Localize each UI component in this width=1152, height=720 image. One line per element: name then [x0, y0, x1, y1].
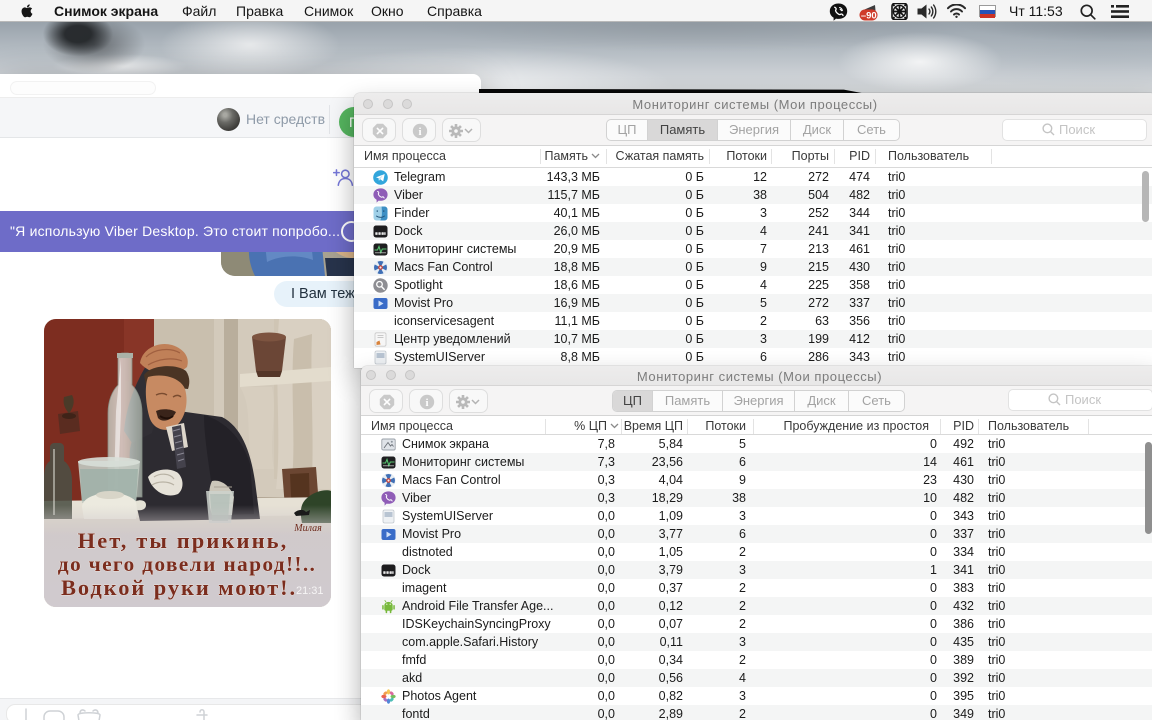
- svg-text:21:31: 21:31: [296, 585, 324, 597]
- svg-text:–90: –90: [861, 10, 877, 21]
- svg-text:i: i: [418, 126, 421, 138]
- svg-text:Водкой руки моют!.: Водкой руки моют!.: [61, 575, 297, 600]
- svg-text:i: i: [425, 397, 428, 409]
- svg-text:до чего довели народ!!..: до чего довели народ!!..: [58, 552, 316, 576]
- svg-text:Милая: Милая: [293, 523, 322, 534]
- svg-text:Нет, ты прикинь,: Нет, ты прикинь,: [78, 528, 289, 553]
